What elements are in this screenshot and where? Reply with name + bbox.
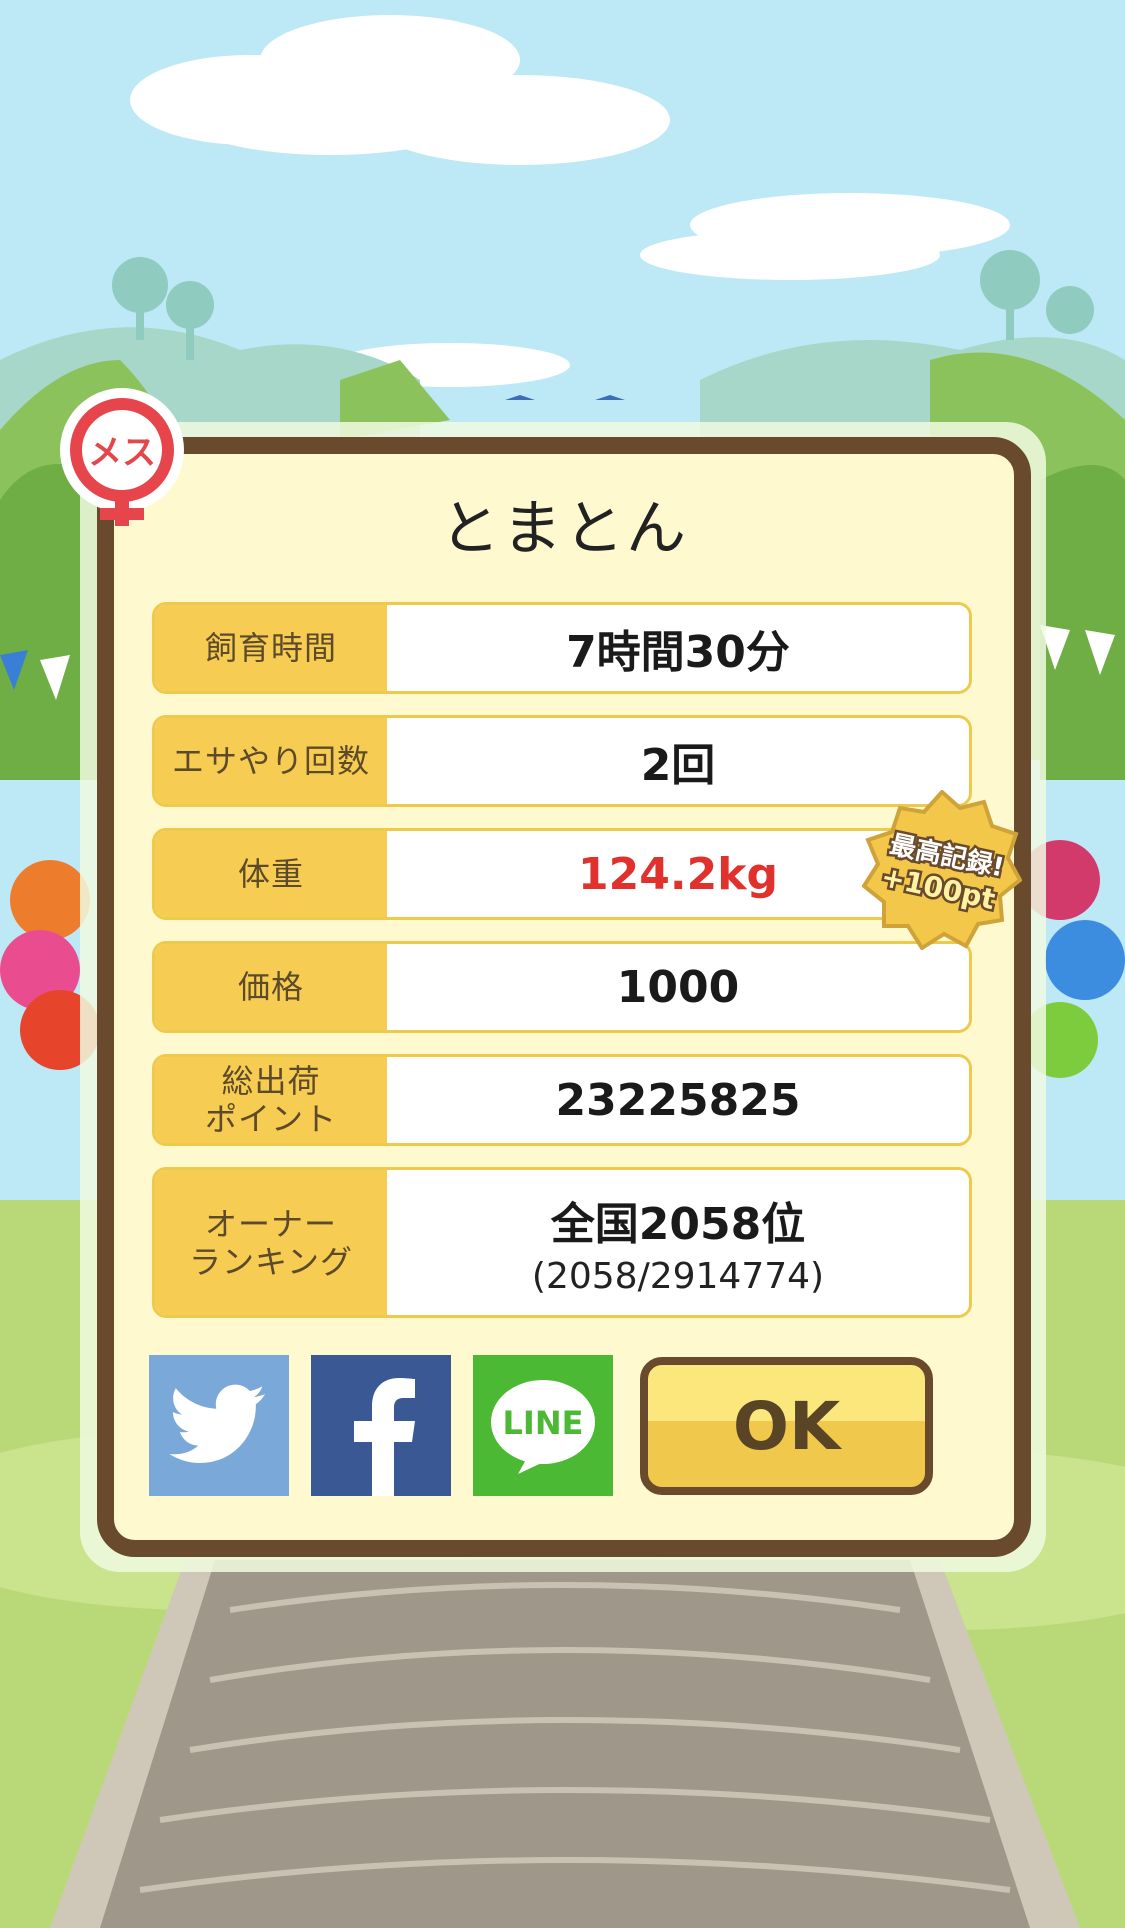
stat-row-feed-count: エサやり回数 2回 [152,715,972,807]
stat-row-price: 価格 1000 [152,941,972,1033]
stat-row-owner-ranking: オーナー ランキング 全国2058位 (2058/2914774) [152,1167,972,1318]
stat-value-group: 全国2058位 (2058/2914774) [387,1170,969,1315]
record-badge: 最高記録! +100pt [862,790,1022,950]
pet-name: とまとん [440,494,688,564]
stat-value: 23225825 [387,1057,969,1143]
stat-row-total-points: 総出荷 ポイント 23225825 [152,1054,972,1146]
twitter-icon [169,1384,265,1463]
stat-label: オーナー ランキング [155,1170,387,1315]
stat-label: 価格 [155,944,387,1030]
stat-row-weight: 体重 124.2kg [152,828,972,920]
gender-badge-text: メス [88,433,156,473]
stat-label: 体重 [155,831,387,917]
ok-button-label: OK [732,1387,841,1465]
stat-label: エサやり回数 [155,718,387,804]
line-icon: LINE [491,1379,595,1474]
facebook-share-button[interactable] [311,1355,451,1496]
ranking-value: 全国2058位 [550,1199,806,1250]
twitter-share-button[interactable] [149,1355,289,1496]
ok-button[interactable]: OK [640,1357,933,1495]
line-icon-text: LINE [503,1404,584,1442]
stat-row-breeding-time: 飼育時間 7時間30分 [152,602,972,694]
facebook-icon [354,1378,415,1496]
stat-value: 7時間30分 [387,605,969,691]
stat-label: 飼育時間 [155,605,387,691]
stat-value: 1000 [387,944,969,1030]
stat-label: 総出荷 ポイント [155,1057,387,1143]
line-share-button[interactable]: LINE [473,1355,613,1496]
ranking-detail: (2058/2914774) [531,1256,825,1297]
